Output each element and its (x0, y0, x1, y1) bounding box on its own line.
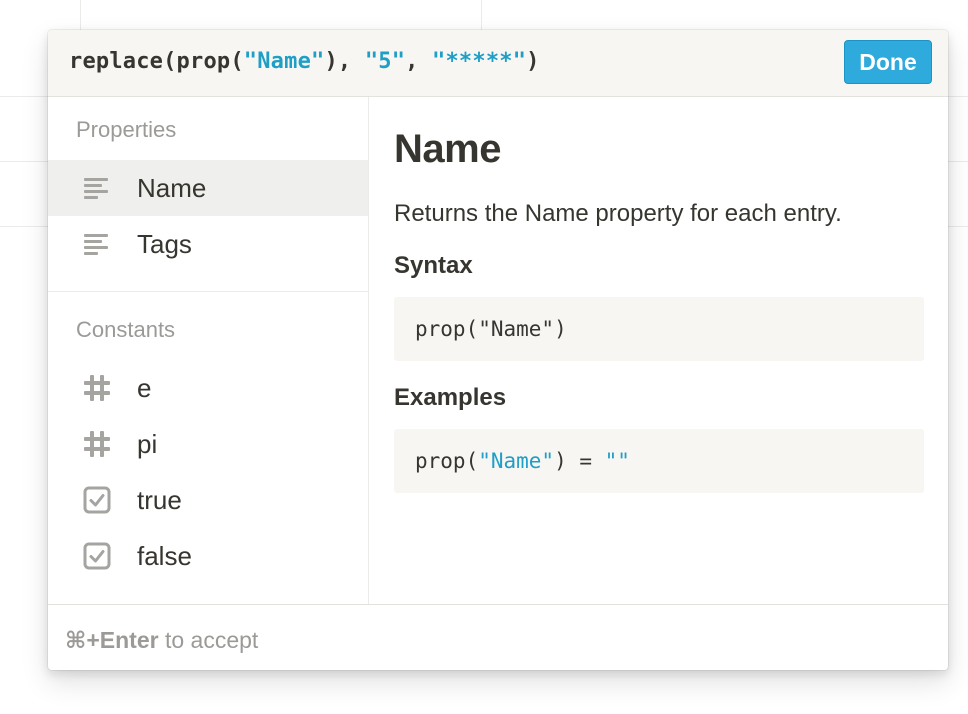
sidebar-item-label: true (137, 484, 182, 515)
code-token: ) = (554, 449, 605, 473)
done-button[interactable]: Done (844, 40, 932, 84)
example-code-block: prop("Name") = "" (394, 429, 924, 493)
formula-token: ), (324, 49, 365, 74)
detail-title: Name (394, 127, 501, 171)
formula-editor-popup: replace(prop("Name"), "5", "*****") Done… (48, 30, 948, 670)
hash-icon (82, 429, 112, 459)
examples-heading: Examples (394, 384, 507, 411)
sidebar-item-label: Name (137, 172, 207, 203)
sidebar-item-pi[interactable]: pi (48, 416, 368, 472)
sidebar-item-e[interactable]: e (48, 360, 368, 416)
sidebar-item-false[interactable]: false (48, 528, 368, 584)
code-string-token: "Name" (478, 449, 555, 473)
formula-bar: replace(prop("Name"), "5", "*****") Done (48, 30, 948, 97)
sidebar-item-true[interactable]: true (48, 472, 368, 528)
formula-token: , (405, 49, 433, 74)
sidebar-item-label: pi (137, 428, 158, 459)
grid-line (80, 0, 81, 30)
sidebar-item-label: Tags (137, 228, 192, 259)
code-string-token: "" (604, 449, 630, 473)
syntax-code-block: prop("Name") (394, 297, 924, 361)
checkbox-icon (82, 541, 112, 571)
grid-line (481, 0, 482, 30)
formula-token: replace(prop( (69, 49, 244, 74)
sidebar-item-label: e (137, 372, 152, 403)
sidebar-item-tags[interactable]: Tags (48, 216, 368, 272)
keyboard-shortcut: ⌘+Enter (65, 627, 159, 653)
properties-heading: Properties (76, 117, 177, 142)
footer-hint: ⌘+Enter to accept (65, 627, 258, 654)
formula-input[interactable]: replace(prop("Name"), "5", "*****") (69, 49, 829, 74)
syntax-heading: Syntax (394, 252, 473, 279)
footer-hint-text: to accept (158, 627, 259, 653)
formula-string-token: "*****" (432, 49, 527, 74)
detail-description: Returns the Name property for each entry… (394, 200, 842, 227)
code-token: prop( (415, 449, 479, 473)
constants-heading: Constants (76, 317, 176, 342)
formula-string-token: "5" (364, 49, 406, 74)
detail-panel: Name Returns the Name property for each … (394, 97, 934, 604)
text-lines-icon (82, 173, 112, 203)
sidebar-item-label: false (137, 540, 192, 571)
formula-token: ) (526, 49, 540, 74)
sidebar-item-name[interactable]: Name (48, 160, 368, 216)
hash-icon (82, 373, 112, 403)
checkbox-icon (82, 485, 112, 515)
footer-hint-bar: ⌘+Enter to accept (48, 604, 948, 670)
text-lines-icon (82, 229, 112, 259)
section-divider (48, 291, 368, 292)
formula-string-token: "Name" (243, 49, 325, 74)
formula-sidebar: Properties Name Tags Constants e pi true… (48, 97, 369, 604)
